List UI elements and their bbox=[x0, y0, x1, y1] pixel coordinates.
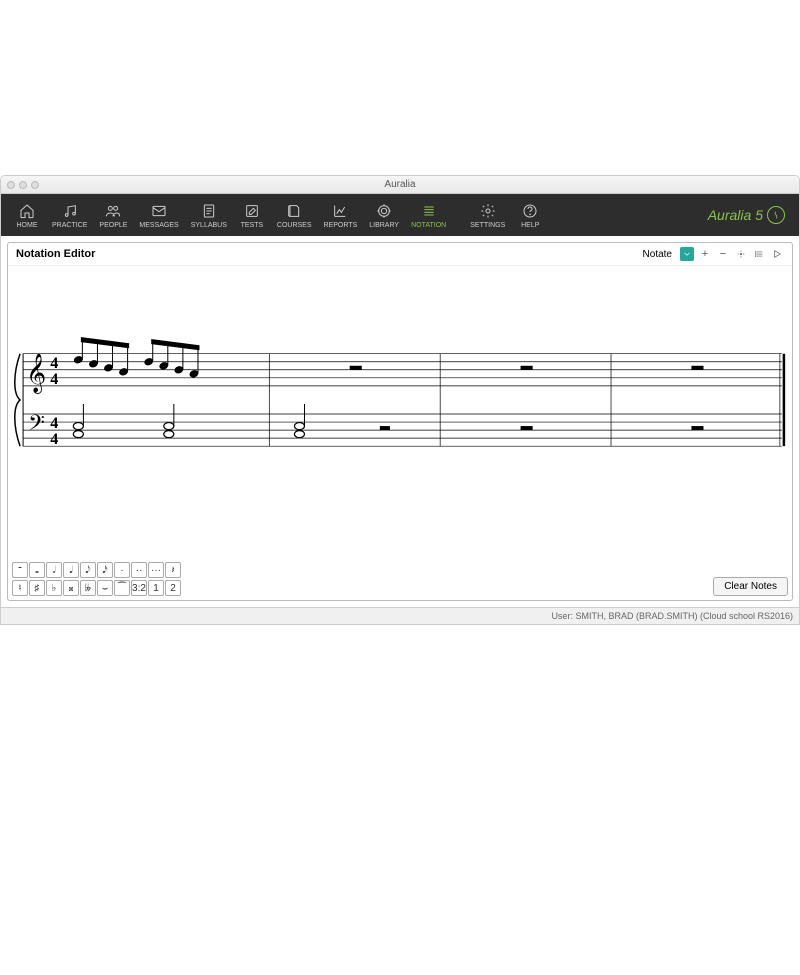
mode-dropdown-button[interactable] bbox=[680, 247, 694, 261]
palette-button[interactable]: 𝄽 bbox=[165, 562, 181, 578]
brand-circle-icon bbox=[767, 206, 785, 224]
nav-home[interactable]: HOME bbox=[9, 194, 45, 236]
notation-icon bbox=[421, 202, 437, 220]
status-bar: User: SMITH, BRAD (BRAD.SMITH) (Cloud sc… bbox=[1, 607, 799, 624]
palette-button[interactable]: ⁀ bbox=[114, 580, 130, 596]
main-navbar: HOME PRACTICE PEOPLE MESSAGES SYLLABUS T… bbox=[1, 194, 799, 236]
nav-label: PRACTICE bbox=[52, 222, 87, 229]
palette-button[interactable]: 𝄻 bbox=[12, 562, 28, 578]
nav-reports[interactable]: REPORTS bbox=[319, 194, 363, 236]
score-canvas[interactable]: 𝄞 𝄢 4 4 4 4 bbox=[8, 266, 792, 558]
panel-header: Notation Editor Notate + − bbox=[8, 243, 792, 266]
palette-button[interactable]: 𝄪 bbox=[63, 580, 79, 596]
nav-label: MESSAGES bbox=[139, 222, 178, 229]
nav-label: LIBRARY bbox=[369, 222, 399, 229]
nav-label: COURSES bbox=[277, 222, 312, 229]
status-user: User: SMITH, BRAD (BRAD.SMITH) (Cloud sc… bbox=[551, 611, 793, 621]
palette-button[interactable]: 𝅘𝅥 bbox=[63, 562, 79, 578]
nav-tests[interactable]: TESTS bbox=[234, 194, 270, 236]
clear-notes-button[interactable]: Clear Notes bbox=[713, 577, 788, 596]
nav-label: HOME bbox=[17, 222, 38, 229]
palette-button[interactable]: 𝄫 bbox=[80, 580, 96, 596]
window-title: Auralia bbox=[384, 179, 415, 190]
titlebar: Auralia bbox=[1, 176, 799, 194]
nav-notation[interactable]: NOTATION bbox=[406, 194, 451, 236]
nav-help[interactable]: HELP bbox=[512, 194, 548, 236]
zoom-out-button[interactable]: − bbox=[716, 247, 730, 261]
panel-toolbar: Notate + − bbox=[643, 247, 784, 261]
palette-button[interactable]: 1 bbox=[148, 580, 164, 596]
notation-panel: Notation Editor Notate + − bbox=[7, 242, 793, 601]
nav-label: PEOPLE bbox=[99, 222, 127, 229]
mail-icon bbox=[151, 202, 167, 220]
palette-button[interactable]: ·· bbox=[131, 562, 147, 578]
settings-tool-button[interactable] bbox=[734, 247, 748, 261]
home-icon bbox=[19, 202, 35, 220]
chart-icon bbox=[332, 202, 348, 220]
edit-icon bbox=[244, 202, 260, 220]
nav-messages[interactable]: MESSAGES bbox=[134, 194, 183, 236]
content-area: Notation Editor Notate + − bbox=[1, 236, 799, 607]
nav-library[interactable]: LIBRARY bbox=[364, 194, 404, 236]
palette-button[interactable]: ··· bbox=[148, 562, 164, 578]
book-icon bbox=[286, 202, 302, 220]
people-icon bbox=[105, 202, 121, 220]
panel-title: Notation Editor bbox=[16, 248, 95, 260]
zoom-in-button[interactable]: + bbox=[698, 247, 712, 261]
nav-label: HELP bbox=[521, 222, 539, 229]
palette-button[interactable]: ⌣ bbox=[97, 580, 113, 596]
gear-icon bbox=[480, 202, 496, 220]
palette-button[interactable]: 3:2 bbox=[131, 580, 147, 596]
play-button[interactable] bbox=[770, 247, 784, 261]
svg-text:4: 4 bbox=[50, 415, 58, 432]
brand-logo: Auralia 5 bbox=[708, 206, 791, 224]
palette-button[interactable]: 𝅘𝅥𝅯 bbox=[97, 562, 113, 578]
nav-syllabus[interactable]: SYLLABUS bbox=[186, 194, 232, 236]
close-window-button[interactable] bbox=[7, 181, 15, 189]
nav-label: REPORTS bbox=[324, 222, 358, 229]
note-palette: 𝄻𝅝𝅗𝅥𝅘𝅥𝅘𝅥𝅮𝅘𝅥𝅯······𝄽 ♮♯♭𝄪𝄫⌣⁀3:212 bbox=[12, 562, 181, 596]
svg-text:𝄞: 𝄞 bbox=[26, 354, 46, 394]
music-score: 𝄞 𝄢 4 4 4 4 bbox=[8, 334, 792, 465]
palette-button[interactable]: 𝅝 bbox=[29, 562, 45, 578]
target-icon bbox=[376, 202, 392, 220]
minimize-window-button[interactable] bbox=[19, 181, 27, 189]
help-icon bbox=[522, 202, 538, 220]
nav-people[interactable]: PEOPLE bbox=[94, 194, 132, 236]
svg-text:4: 4 bbox=[50, 355, 58, 372]
document-icon bbox=[201, 202, 217, 220]
nav-courses[interactable]: COURSES bbox=[272, 194, 317, 236]
nav-settings[interactable]: SETTINGS bbox=[465, 194, 510, 236]
panel-footer: 𝄻𝅝𝅗𝅥𝅘𝅥𝅘𝅥𝅮𝅘𝅥𝅯······𝄽 ♮♯♭𝄪𝄫⌣⁀3:212 Clear N… bbox=[8, 558, 792, 600]
palette-button[interactable]: 2 bbox=[165, 580, 181, 596]
nav-practice[interactable]: PRACTICE bbox=[47, 194, 92, 236]
palette-button[interactable]: ♯ bbox=[29, 580, 45, 596]
nav-label: NOTATION bbox=[411, 222, 446, 229]
svg-text:4: 4 bbox=[50, 431, 58, 448]
list-tool-button[interactable] bbox=[752, 247, 766, 261]
palette-button[interactable]: 𝅘𝅥𝅮 bbox=[80, 562, 96, 578]
maximize-window-button[interactable] bbox=[31, 181, 39, 189]
svg-text:𝄢: 𝄢 bbox=[28, 411, 45, 440]
music-icon bbox=[62, 202, 78, 220]
palette-button[interactable]: · bbox=[114, 562, 130, 578]
palette-button[interactable]: 𝅗𝅥 bbox=[46, 562, 62, 578]
app-window: Auralia HOME PRACTICE PEOPLE MESSAGES SY… bbox=[0, 175, 800, 625]
svg-text:4: 4 bbox=[50, 371, 58, 388]
palette-button[interactable]: ♮ bbox=[12, 580, 28, 596]
nav-label: SYLLABUS bbox=[191, 222, 227, 229]
palette-button[interactable]: ♭ bbox=[46, 580, 62, 596]
window-controls bbox=[7, 181, 39, 189]
mode-label: Notate bbox=[643, 249, 672, 260]
nav-label: TESTS bbox=[241, 222, 264, 229]
nav-label: SETTINGS bbox=[470, 222, 505, 229]
